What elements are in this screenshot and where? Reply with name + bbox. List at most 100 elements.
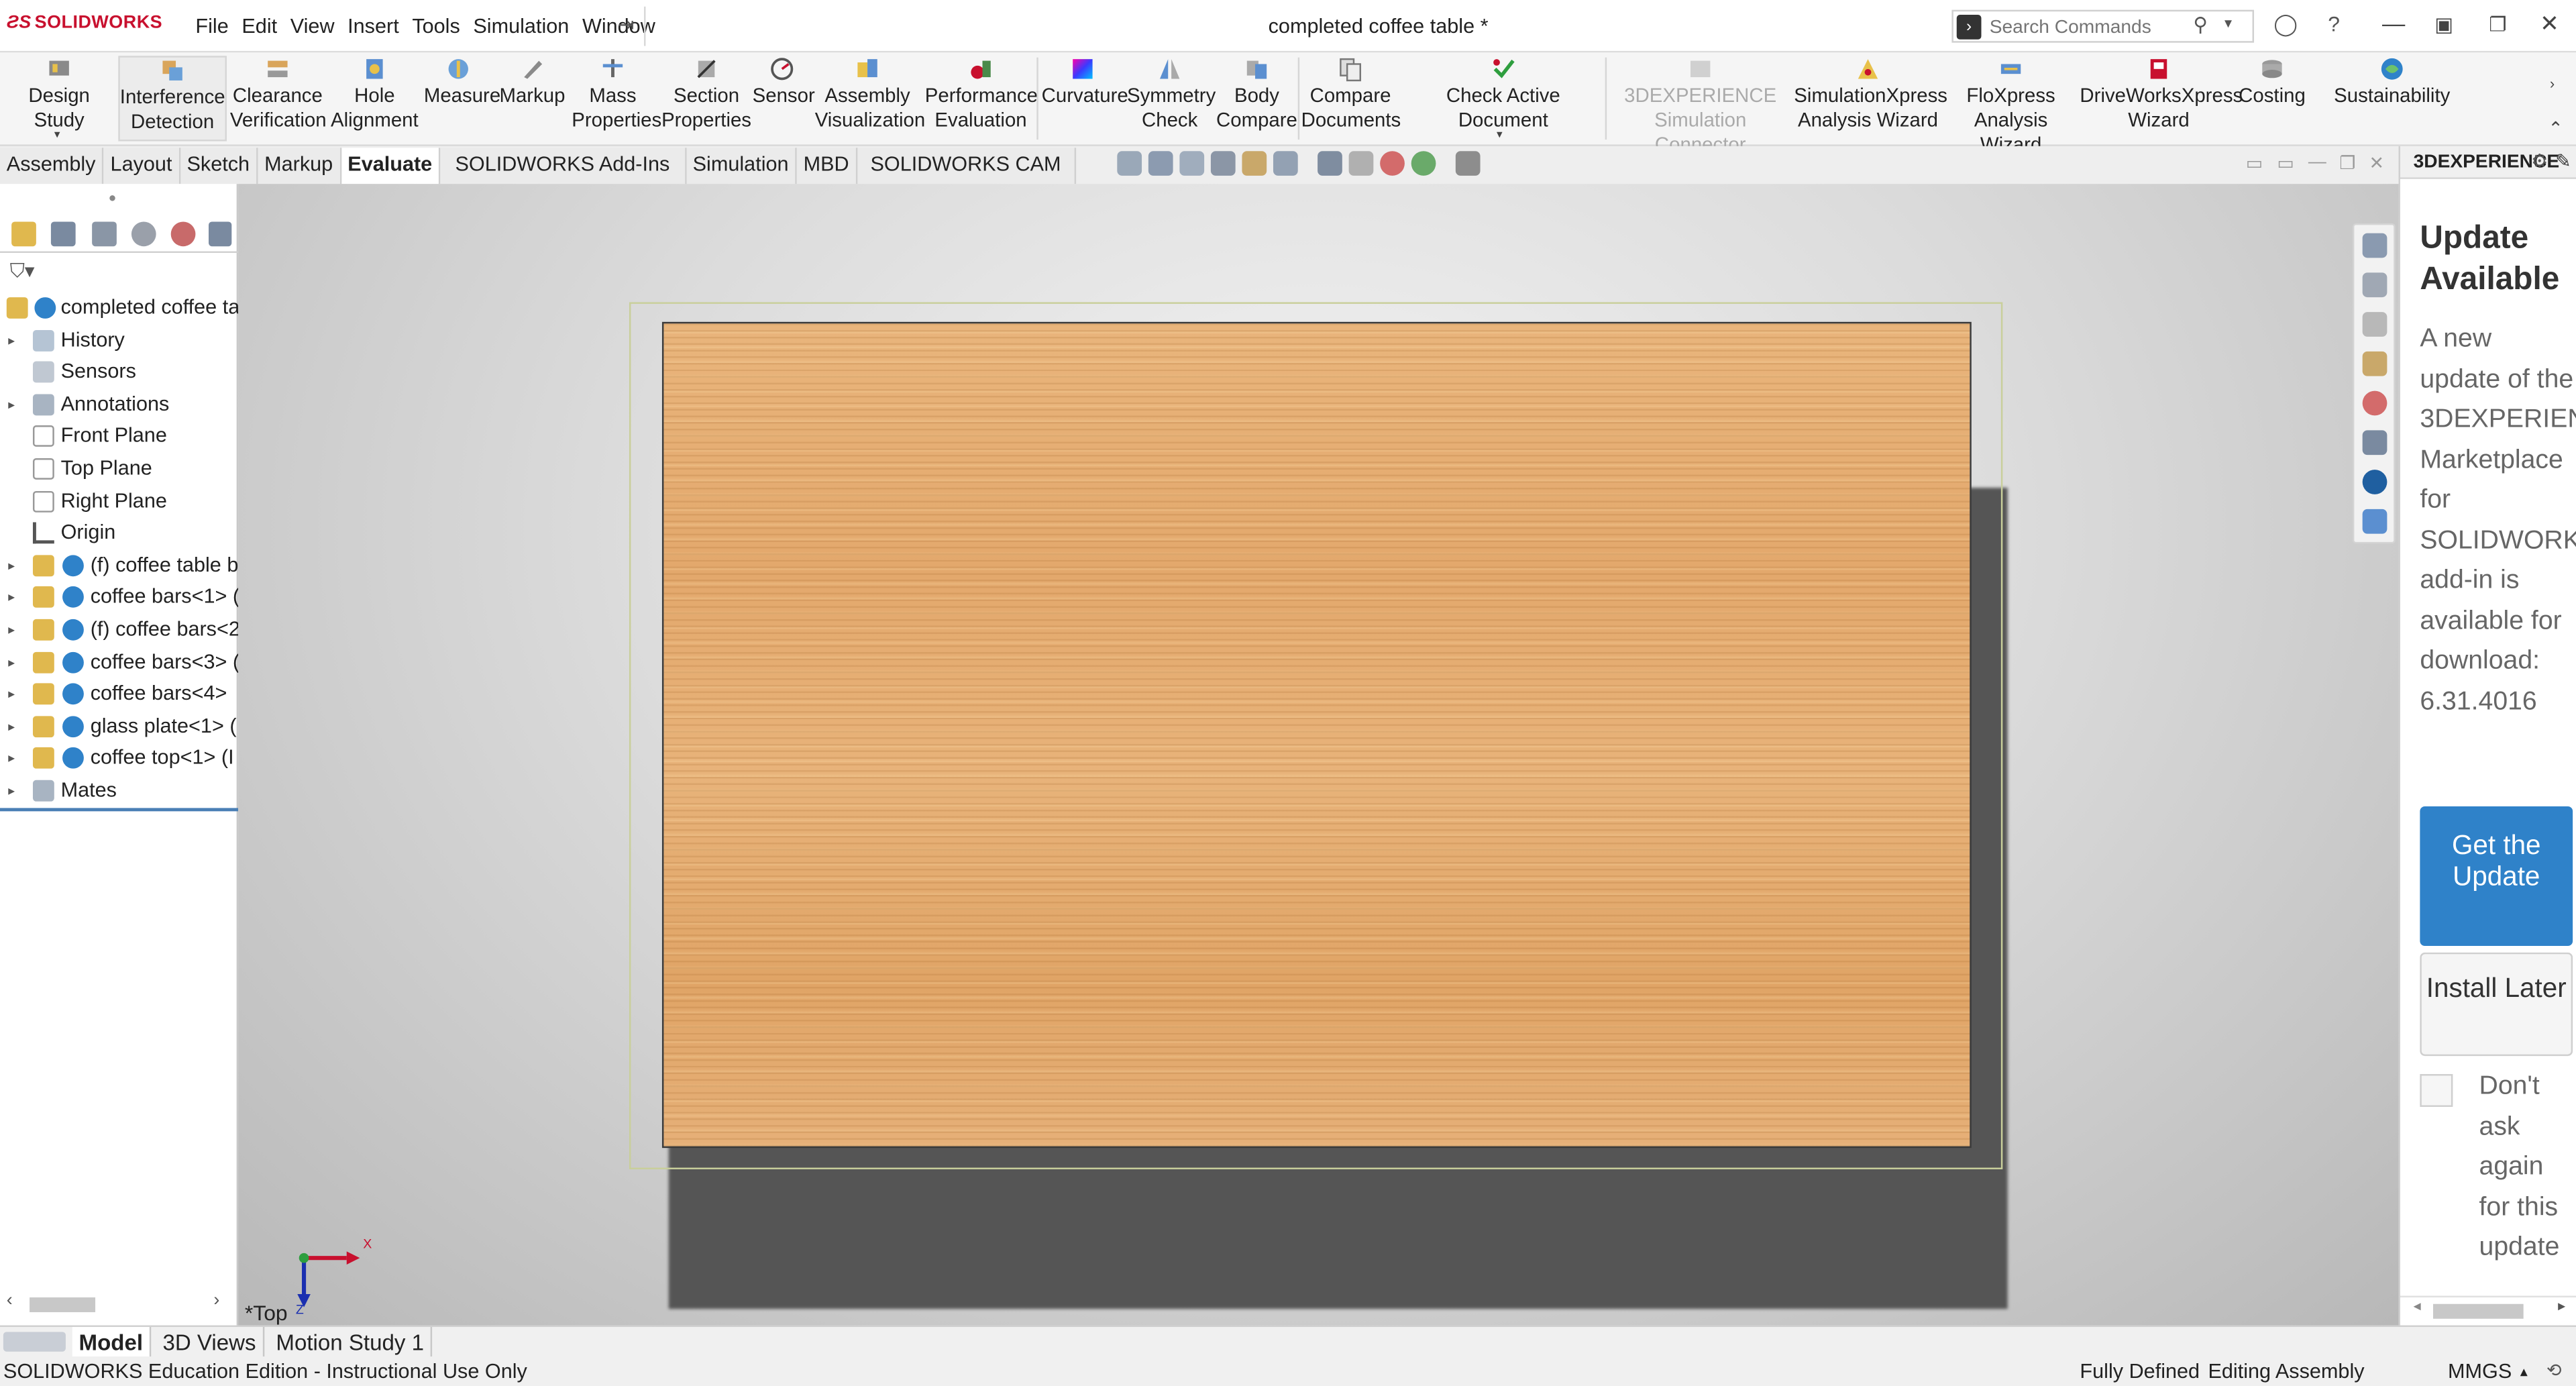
scrollbar-thumb[interactable] [30, 1297, 96, 1312]
tab-3d-views[interactable]: 3D Views [156, 1326, 264, 1358]
tree-item-origin[interactable]: Origin [0, 518, 238, 550]
units-selector[interactable]: MMGS [2448, 1356, 2512, 1386]
restore-document-icon[interactable]: ▣ [2434, 13, 2453, 36]
tree-item-component[interactable]: ▸ coffee bars<1> ( [0, 582, 238, 614]
tree-item-component[interactable]: ▸ coffee bars<3> ( [0, 646, 238, 678]
property-manager-icon[interactable] [50, 221, 76, 247]
pin-icon[interactable]: ✎ [2555, 146, 2571, 178]
tree-item-annotations[interactable]: ▸ Annotations [0, 389, 238, 421]
chevron-down-icon[interactable]: ▾ [1497, 128, 1503, 141]
tab-model[interactable]: Model [72, 1326, 152, 1358]
tab-markup[interactable]: Markup [258, 148, 341, 184]
tab-layout[interactable]: Layout [103, 148, 180, 184]
dynamic-annotation-icon[interactable] [1242, 151, 1267, 176]
tree-item-component[interactable]: ▸ glass plate<1> ( [0, 710, 238, 743]
coffee-table-top-model[interactable] [661, 321, 1972, 1149]
measure-button[interactable]: Measure [424, 56, 500, 108]
compare-documents-button[interactable]: Compare Documents [1301, 56, 1401, 133]
configuration-manager-icon[interactable] [92, 221, 117, 247]
previous-view-icon[interactable] [1179, 151, 1205, 176]
appearances-icon[interactable] [2362, 390, 2387, 416]
pin-menu-icon[interactable]: ⇥ [618, 13, 635, 36]
tab-solidworks-addins[interactable]: SOLIDWORKS Add-Ins [440, 148, 686, 184]
3dx-simulation-connector-button[interactable]: 3DEXPERIENCE Simulation Connector [1609, 56, 1792, 158]
tree-item-right-plane[interactable]: Right Plane [0, 486, 238, 518]
design-library-icon[interactable] [2362, 351, 2387, 376]
tab-simulation[interactable]: Simulation [686, 148, 797, 184]
tab-solidworks-cam[interactable]: SOLIDWORKS CAM [857, 148, 1076, 184]
gear-icon[interactable]: ⚙ [2531, 146, 2548, 178]
expand-icon[interactable]: ▸ [8, 582, 15, 613]
performance-evaluation-button[interactable]: Performance Evaluation [925, 56, 1038, 133]
tree-item-component[interactable]: ▸ (f) coffee bars<2 [0, 614, 238, 646]
costing-button[interactable]: Costing [2235, 56, 2310, 108]
clearance-verification-button[interactable]: Clearance Verification [230, 56, 327, 133]
dimxpert-manager-icon[interactable] [131, 221, 156, 247]
file-explorer-icon[interactable] [2362, 312, 2387, 337]
scroll-right-icon[interactable]: › [213, 1291, 219, 1310]
check-active-document-button[interactable]: Check Active Document [1403, 56, 1603, 133]
scroll-left-icon[interactable]: ◂ [2414, 1297, 2421, 1316]
section-properties-button[interactable]: Section Properties [660, 56, 752, 133]
expand-icon[interactable]: ▸ [8, 646, 15, 678]
install-later-button[interactable]: Install Later [2420, 952, 2573, 1057]
viewport-restore-icon[interactable]: ❐ [2339, 153, 2355, 174]
simulationxpress-button[interactable]: SimulationXpress Analysis Wizard [1794, 56, 1947, 133]
expand-icon[interactable]: ▸ [8, 743, 15, 774]
section-view-icon[interactable] [1210, 151, 1236, 176]
tab-scroll-icon[interactable] [3, 1332, 66, 1352]
minimize-icon[interactable]: — [2382, 10, 2405, 36]
resources-icon[interactable] [2362, 272, 2387, 298]
viewport-layout-icon[interactable]: ▭ [2246, 153, 2263, 174]
scrollbar-thumb[interactable] [2432, 1303, 2524, 1319]
zoom-to-fit-icon[interactable] [1117, 151, 1142, 176]
tree-item-root[interactable]: completed coffee ta [0, 292, 238, 325]
markup-button[interactable]: Markup [496, 56, 569, 108]
interference-detection-button[interactable]: Interference Detection [118, 56, 227, 142]
zoom-to-area-icon[interactable] [1148, 151, 1173, 176]
view-settings-icon[interactable] [1455, 151, 1481, 176]
expand-icon[interactable]: ▸ [8, 325, 15, 356]
3dexperience-marketplace-icon[interactable] [2362, 470, 2387, 494]
more-managers-icon[interactable] [209, 221, 232, 247]
tree-item-sensors[interactable]: Sensors [0, 357, 238, 389]
filter-icon[interactable]: ⛉▾ [10, 260, 35, 284]
view-orientation-icon[interactable] [1273, 151, 1298, 176]
curvature-button[interactable]: Curvature [1042, 56, 1128, 108]
expand-icon[interactable]: ▸ [8, 775, 15, 806]
hole-alignment-button[interactable]: Hole Alignment [329, 56, 421, 133]
design-study-button[interactable]: Design Study [3, 56, 115, 133]
viewport-close-icon[interactable]: ✕ [2369, 153, 2384, 174]
collapse-ribbon-icon[interactable]: ⌃ [2548, 118, 2563, 140]
tree-item-component[interactable]: ▸ (f) coffee table b [0, 549, 238, 582]
apply-scene-icon[interactable] [1411, 151, 1436, 176]
rebuild-icon[interactable]: ⟲ [2546, 1356, 2562, 1386]
menu-edit[interactable]: Edit [240, 15, 279, 38]
driveworksxpress-button[interactable]: DriveWorksXpress Wizard [2080, 56, 2243, 133]
expand-icon[interactable]: ▸ [8, 678, 15, 710]
chevron-down-icon[interactable]: ▾ [54, 128, 60, 141]
tree-item-history[interactable]: ▸ History [0, 325, 238, 357]
tab-sketch[interactable]: Sketch [180, 148, 258, 184]
menu-file[interactable]: File [194, 15, 230, 38]
more-icon[interactable]: › [2550, 76, 2555, 92]
sensor-button[interactable]: Sensor [753, 56, 815, 108]
search-icon[interactable]: ⚲ [2193, 13, 2208, 36]
tree-item-top-plane[interactable]: Top Plane [0, 454, 238, 486]
help-icon[interactable]: ? [2328, 11, 2340, 36]
symmetry-check-button[interactable]: Symmetry Check [1127, 56, 1216, 133]
expand-icon[interactable]: ▸ [8, 614, 15, 645]
splitter-handle-icon[interactable]: ● [109, 191, 117, 205]
tree-item-component[interactable]: ▸ coffee top<1> (I [0, 743, 238, 775]
sustainability-button[interactable]: Sustainability [2323, 56, 2461, 108]
expand-icon[interactable]: ▸ [8, 549, 15, 581]
expand-icon[interactable]: ▸ [8, 389, 15, 421]
display-style-icon[interactable] [1318, 151, 1342, 176]
viewport-split-icon[interactable]: ▭ [2277, 153, 2294, 174]
dont-ask-checkbox[interactable] [2420, 1073, 2453, 1107]
maximize-icon[interactable]: ❐ [2489, 13, 2506, 36]
edit-appearance-icon[interactable] [1380, 151, 1405, 176]
body-compare-button[interactable]: Body Compare [1216, 56, 1297, 133]
tab-mbd[interactable]: MBD [796, 148, 857, 184]
tab-evaluate[interactable]: Evaluate [341, 148, 441, 184]
